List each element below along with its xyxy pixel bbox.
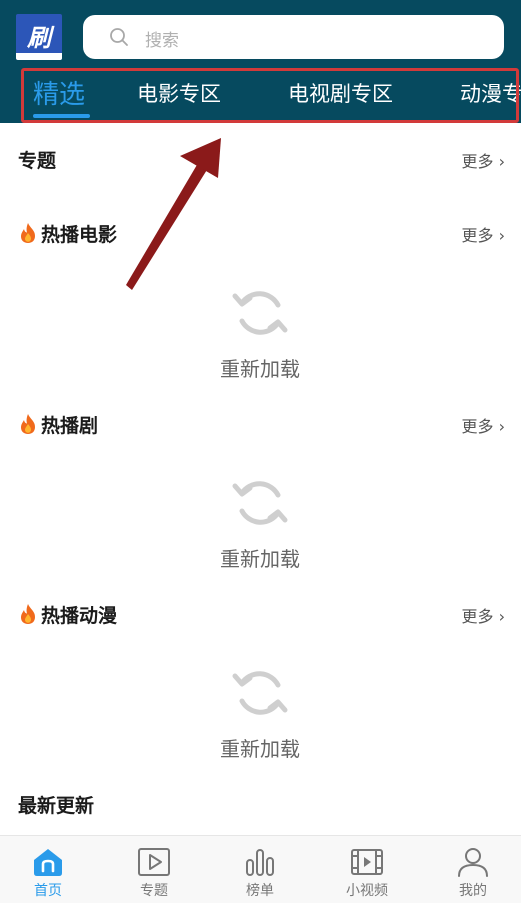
refresh-icon [232,671,288,715]
fire-icon [21,223,35,243]
fire-icon [21,604,35,624]
section-title-hot-series: 热播剧 [18,411,98,438]
nav-label: 我的 [459,883,487,899]
section-title-topics: 专题 [18,150,57,172]
reload-button-anime[interactable]: 重新加载 [210,663,310,762]
search-placeholder: 搜索 [145,31,179,51]
reload-label: 重新加载 [220,737,300,761]
more-link-hot-anime[interactable]: 更多 › [462,603,506,627]
section-title-text: 热播电影 [41,224,118,246]
section-title-hot-anime: 热播动漫 [18,601,117,628]
section-title-text: 热播动漫 [41,605,118,627]
nav-short-video[interactable]: 小视频 [327,846,407,900]
nav-label: 专题 [140,883,168,899]
section-title-latest: 最新更新 [18,795,95,817]
more-link-hot-series[interactable]: 更多 › [462,413,506,437]
reload-button-movies[interactable]: 重新加载 [210,283,310,382]
section-title-hot-movies: 热播电影 [18,220,117,247]
search-input[interactable]: 搜索 [83,15,504,59]
refresh-icon [232,291,288,335]
more-link-hot-movies[interactable]: 更多 › [462,222,506,246]
nav-rankings[interactable]: 榜单 [220,846,300,900]
reload-label: 重新加载 [220,547,300,571]
bottom-navigation: 首页 专题 榜单 小视频 我的 [0,835,521,903]
nav-profile[interactable]: 我的 [433,846,513,900]
home-icon [34,849,62,876]
fire-icon [21,414,35,434]
bar-chart-icon [246,849,274,876]
nav-label: 榜单 [246,883,274,899]
film-icon [351,849,383,875]
nav-label: 首页 [34,883,62,899]
more-link-topics[interactable]: 更多 › [462,148,506,172]
section-title-text: 热播剧 [41,415,99,437]
annotation-arrow [126,138,221,290]
reload-button-series[interactable]: 重新加载 [210,473,310,572]
highlight-box [21,68,519,123]
nav-label: 小视频 [346,883,388,899]
reload-label: 重新加载 [220,357,300,381]
app-logo: 刷 [16,14,62,60]
nav-topics[interactable]: 专题 [114,846,194,900]
play-square-icon [138,848,170,876]
refresh-icon [232,481,288,525]
search-icon [110,28,128,46]
nav-home[interactable]: 首页 [8,846,88,900]
user-icon [458,848,488,877]
